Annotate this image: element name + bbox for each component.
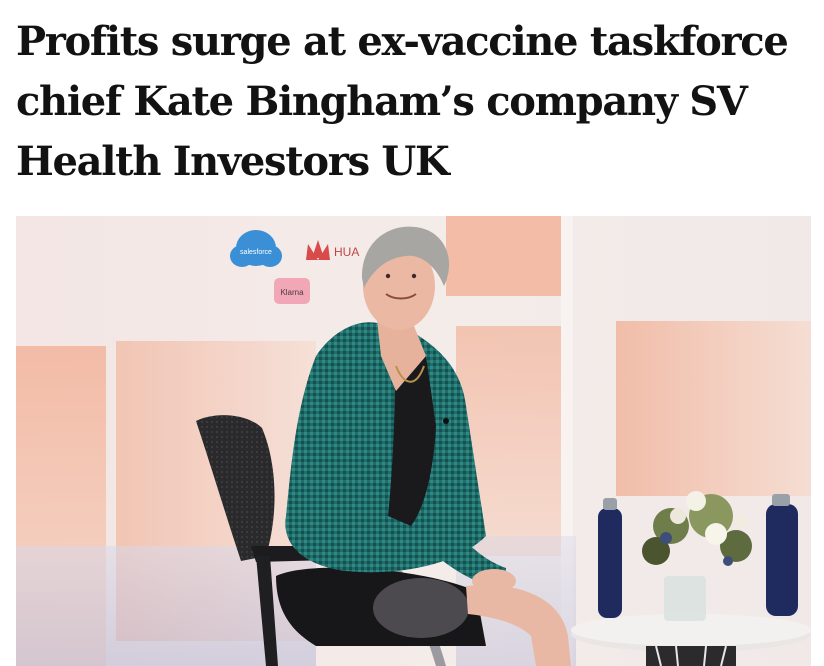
- huawei-logo-text: HUA: [334, 245, 359, 259]
- article-headline: Profits surge at ex-vaccine taskforce ch…: [16, 12, 816, 192]
- headline-line-3: Health Investors UK: [16, 138, 450, 185]
- klarna-logo: Klarna: [274, 278, 310, 304]
- salesforce-logo-text: salesforce: [240, 249, 272, 256]
- klarna-logo-text: Klarna: [280, 288, 304, 297]
- headline-line-1: Profits surge at ex-vaccine taskforce: [16, 18, 789, 65]
- headline-line-2: chief Kate Bingham’s company SV: [16, 78, 748, 125]
- article-photo: salesforce HUA Klarna: [16, 216, 811, 666]
